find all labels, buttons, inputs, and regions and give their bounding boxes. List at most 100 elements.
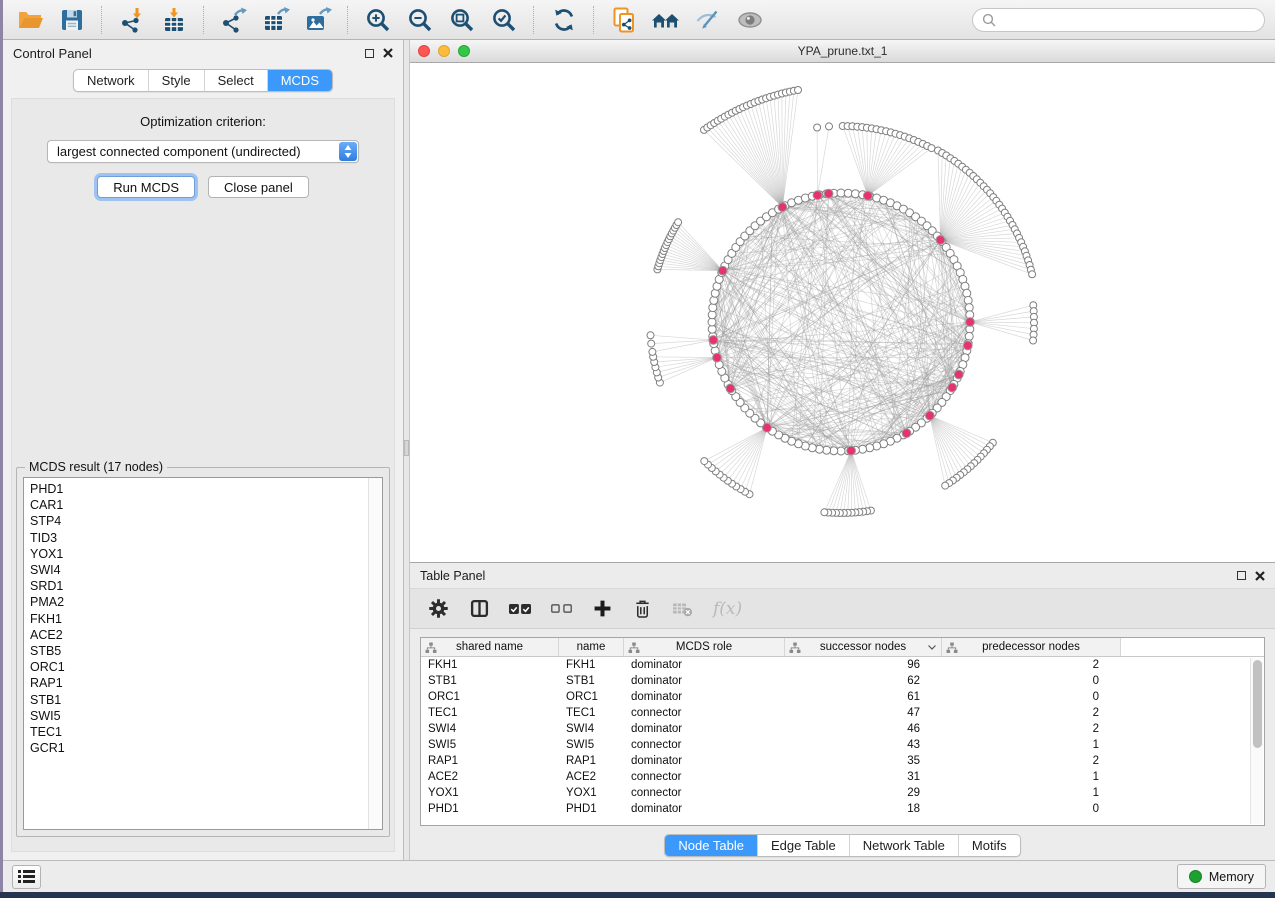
cell-predecessor-nodes[interactable]: 0	[942, 675, 1121, 687]
result-list-scrollbar[interactable]	[368, 478, 382, 829]
function-builder-button[interactable]: f(x)	[713, 597, 742, 621]
cell-name[interactable]: SWI4	[559, 723, 624, 735]
mcds-hub-node[interactable]	[709, 336, 718, 345]
run-mcds-button[interactable]: Run MCDS	[97, 176, 195, 198]
mcds-hub-node[interactable]	[718, 266, 727, 275]
result-list-item[interactable]: ORC1	[30, 659, 368, 675]
close-panel-button[interactable]: Close panel	[208, 176, 309, 198]
network-node[interactable]	[965, 332, 973, 340]
result-list-item[interactable]: RAP1	[30, 675, 368, 691]
export-image-button[interactable]	[301, 5, 334, 35]
zoom-in-button[interactable]	[361, 5, 394, 35]
cell-predecessor-nodes[interactable]: 1	[942, 771, 1121, 783]
cell-shared-name[interactable]: PHD1	[421, 803, 559, 815]
leaf-node[interactable]	[647, 332, 654, 339]
network-node[interactable]	[963, 289, 971, 297]
cell-name[interactable]: RAP1	[559, 755, 624, 767]
cell-predecessor-nodes[interactable]: 0	[942, 803, 1121, 815]
cell-name[interactable]: FKH1	[559, 659, 624, 671]
export-table-button[interactable]	[259, 5, 292, 35]
cell-shared-name[interactable]: YOX1	[421, 787, 559, 799]
network-graph-canvas[interactable]	[410, 63, 1275, 562]
network-node[interactable]	[710, 296, 718, 304]
float-table-panel-icon[interactable]	[1237, 571, 1246, 580]
open-file-button[interactable]	[13, 5, 46, 35]
table-row[interactable]: YOX1YOX1connector291	[421, 785, 1264, 801]
cell-shared-name[interactable]: SWI4	[421, 723, 559, 735]
mcds-hub-node[interactable]	[936, 236, 945, 245]
task-history-button[interactable]	[12, 865, 41, 889]
cell-successor-nodes[interactable]: 31	[785, 771, 942, 783]
cell-successor-nodes[interactable]: 43	[785, 739, 942, 751]
mcds-hub-node[interactable]	[847, 446, 856, 455]
cell-predecessor-nodes[interactable]: 2	[942, 707, 1121, 719]
cell-predecessor-nodes[interactable]: 2	[942, 723, 1121, 735]
result-list-item[interactable]: FKH1	[30, 611, 368, 627]
leaf-node[interactable]	[942, 482, 949, 489]
mcds-result-list[interactable]: PHD1CAR1STP4TID3YOX1SWI4SRD1PMA2FKH1ACE2…	[23, 477, 383, 830]
refresh-button[interactable]	[547, 5, 580, 35]
tab-edge-table[interactable]: Edge Table	[757, 835, 849, 856]
zoom-out-button[interactable]	[403, 5, 436, 35]
table-settings-button[interactable]	[428, 597, 449, 621]
cell-successor-nodes[interactable]: 96	[785, 659, 942, 671]
table-row[interactable]: ACE2ACE2connector311	[421, 769, 1264, 785]
leaf-node[interactable]	[814, 124, 821, 131]
cell-name[interactable]: STB1	[559, 675, 624, 687]
result-list-item[interactable]: CAR1	[30, 497, 368, 513]
mcds-hub-node[interactable]	[713, 353, 722, 362]
network-node[interactable]	[815, 445, 823, 453]
result-list-item[interactable]: GCR1	[30, 740, 368, 756]
network-node[interactable]	[866, 444, 874, 452]
cell-MCDS-role[interactable]: dominator	[624, 803, 785, 815]
leaf-node[interactable]	[795, 87, 802, 94]
result-list-item[interactable]: TID3	[30, 530, 368, 546]
mcds-hub-node[interactable]	[813, 191, 822, 200]
leaf-node[interactable]	[701, 458, 708, 465]
result-list-item[interactable]: SWI5	[30, 708, 368, 724]
mcds-hub-node[interactable]	[925, 411, 934, 420]
cell-successor-nodes[interactable]: 35	[785, 755, 942, 767]
import-table-button[interactable]	[157, 5, 190, 35]
search-field[interactable]	[972, 8, 1265, 32]
network-node[interactable]	[964, 296, 972, 304]
result-list-item[interactable]: SRD1	[30, 578, 368, 594]
mcds-hub-node[interactable]	[948, 383, 957, 392]
tab-select[interactable]: Select	[204, 70, 267, 91]
cell-MCDS-role[interactable]: connector	[624, 739, 785, 751]
leaf-node[interactable]	[1030, 337, 1037, 344]
cell-successor-nodes[interactable]: 29	[785, 787, 942, 799]
tab-network[interactable]: Network	[74, 70, 148, 91]
cell-successor-nodes[interactable]: 47	[785, 707, 942, 719]
cell-predecessor-nodes[interactable]: 2	[942, 659, 1121, 671]
result-list-item[interactable]: STP4	[30, 513, 368, 529]
network-node[interactable]	[823, 446, 831, 454]
leaf-node[interactable]	[826, 123, 833, 130]
deselect-all-button[interactable]	[551, 597, 572, 621]
cell-MCDS-role[interactable]: dominator	[624, 675, 785, 687]
column-header-shared-name[interactable]: shared name	[421, 638, 559, 656]
table-scrollbar[interactable]	[1250, 658, 1263, 824]
mcds-hub-node[interactable]	[954, 370, 963, 379]
cell-MCDS-role[interactable]: connector	[624, 787, 785, 799]
network-window-titlebar[interactable]: YPA_prune.txt_1	[410, 40, 1275, 63]
tab-network-table[interactable]: Network Table	[849, 835, 958, 856]
close-table-panel-icon[interactable]	[1255, 571, 1265, 581]
column-header-name[interactable]: name	[559, 638, 624, 656]
optimization-criterion-select[interactable]: largest connected component (undirected)	[47, 140, 359, 163]
cell-shared-name[interactable]: SWI5	[421, 739, 559, 751]
leaf-node[interactable]	[675, 219, 682, 226]
share-document-button[interactable]	[607, 5, 640, 35]
cell-shared-name[interactable]: ACE2	[421, 771, 559, 783]
cell-shared-name[interactable]: FKH1	[421, 659, 559, 671]
column-header-successor-nodes[interactable]: successor nodes	[785, 638, 942, 656]
cell-predecessor-nodes[interactable]: 2	[942, 755, 1121, 767]
result-list-item[interactable]: ACE2	[30, 627, 368, 643]
export-network-button[interactable]	[217, 5, 250, 35]
tab-motifs[interactable]: Motifs	[958, 835, 1020, 856]
cell-shared-name[interactable]: RAP1	[421, 755, 559, 767]
network-node[interactable]	[851, 190, 859, 198]
table-row[interactable]: ORC1ORC1dominator610	[421, 689, 1264, 705]
column-header-predecessor-nodes[interactable]: predecessor nodes	[942, 638, 1121, 656]
cell-name[interactable]: ACE2	[559, 771, 624, 783]
